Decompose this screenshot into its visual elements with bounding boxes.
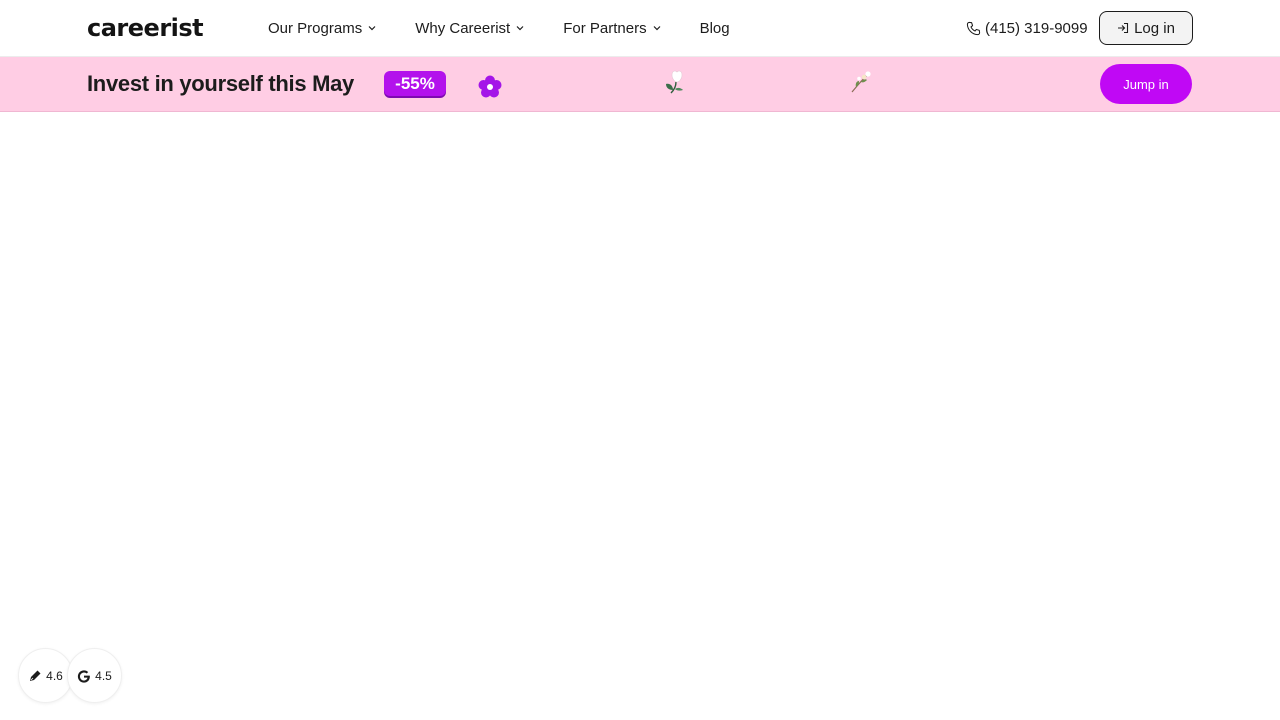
rating-value: 4.6 bbox=[46, 668, 63, 683]
rating-badge-google[interactable]: 4.5 bbox=[67, 648, 122, 703]
phone-link[interactable]: (415) 319-9099 bbox=[966, 17, 1088, 39]
nav-for-partners[interactable]: For Partners bbox=[563, 0, 661, 56]
chevron-down-icon bbox=[516, 24, 524, 32]
nav-blog[interactable]: Blog bbox=[700, 0, 730, 56]
purple-flower-icon bbox=[478, 75, 502, 98]
google-icon bbox=[77, 669, 91, 683]
nav-our-programs[interactable]: Our Programs bbox=[268, 0, 376, 56]
login-label: Log in bbox=[1134, 19, 1175, 37]
promo-banner: Invest in yourself this May -55% Jump in bbox=[0, 57, 1280, 112]
login-button[interactable]: Log in bbox=[1099, 11, 1193, 45]
phone-icon bbox=[966, 21, 981, 36]
login-icon bbox=[1117, 22, 1129, 34]
nav-label: Why Careerist bbox=[415, 19, 511, 37]
branch-flower-icon bbox=[851, 71, 871, 93]
promo-title: Invest in yourself this May bbox=[87, 71, 354, 96]
nav-label: Blog bbox=[699, 19, 730, 37]
chevron-down-icon bbox=[653, 24, 661, 32]
careerist-logo[interactable]: careerist bbox=[87, 14, 204, 42]
nav-label: For Partners bbox=[563, 19, 647, 37]
chevron-down-icon bbox=[368, 24, 376, 32]
tulip-icon bbox=[666, 70, 683, 94]
site-header: careerist Our Programs Why Careerist For… bbox=[0, 0, 1280, 57]
rating-value: 4.5 bbox=[95, 668, 112, 683]
discount-badge: -55% bbox=[384, 71, 446, 96]
nav-label: Our Programs bbox=[268, 19, 363, 37]
nav-why-careerist[interactable]: Why Careerist bbox=[415, 0, 524, 56]
pen-nib-icon bbox=[28, 669, 42, 683]
rating-badge-trustpilot[interactable]: 4.6 bbox=[18, 648, 73, 703]
phone-number: (415) 319-9099 bbox=[985, 19, 1088, 37]
jump-in-button[interactable]: Jump in bbox=[1100, 64, 1192, 104]
main-nav: Our Programs Why Careerist For Partners … bbox=[268, 0, 769, 56]
